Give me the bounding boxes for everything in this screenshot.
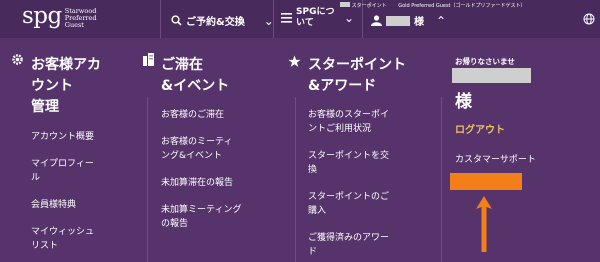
menu-item-account-overview[interactable]: アカウント概要: [31, 130, 94, 144]
welcome-text: お帰りなさいませ: [455, 57, 515, 66]
column-divider: [441, 97, 442, 262]
logo-text: spg: [22, 3, 62, 29]
starpoints-status: スターポイント Gold Preferred Guest（ゴールドプリファードゲ…: [340, 2, 526, 10]
member-name-suffix: 様: [455, 92, 472, 112]
building-icon: [143, 53, 154, 66]
menu-item-your-stays[interactable]: お客様のご滞在: [161, 108, 241, 122]
column-divider: [295, 97, 296, 262]
user-suffix: 様: [414, 17, 424, 28]
stays-events-heading: ご滞在 &イベント: [161, 57, 230, 94]
menu-item-buy-starpoints[interactable]: スターポイントのご 購入: [308, 190, 389, 218]
column-divider: [147, 97, 148, 262]
menu-item-report-missing-stay[interactable]: 未加算滞在の報告: [161, 176, 241, 190]
logo-subtitle: Starwood Preferred Guest: [65, 8, 97, 29]
user-icon: [371, 15, 382, 26]
menu-item-report-missing-meeting[interactable]: 未加算ミーティング の報告: [161, 203, 241, 231]
user-account-button[interactable]: 様 ⌃: [371, 13, 446, 28]
star-icon: [288, 55, 301, 67]
hamburger-menu-icon: [281, 13, 292, 23]
starpoints-awards-heading: スターポイント &アワード: [308, 57, 406, 94]
reservations-menu-button[interactable]: ご予約&交換 ⌄: [171, 13, 274, 28]
customer-support-link[interactable]: カスタマーサポート: [455, 152, 536, 165]
menu-item-starpoint-activity[interactable]: お客様のスターポイ ントご利用状況: [308, 108, 389, 136]
about-spg-menu-button[interactable]: SPGについて ⌄: [281, 7, 354, 29]
arrow-up-icon: [476, 196, 492, 252]
top-navigation-bar: spg Starwood Preferred Guest ご予約&交換 ⌄ SP…: [0, 0, 600, 38]
logo-subtitle-text: Starwood Preferred Guest: [64, 7, 97, 29]
stays-events-list: お客様のご滞在 お客様のミーティ ング&イベント 未加算滞在の報告 未加算ミーテ…: [161, 108, 241, 244]
account-management-heading: お客様アカ ウント 管理: [31, 57, 101, 115]
account-dropdown-menu: spg Starwood Preferred Guest ご予約&交換 ⌄ SP…: [0, 0, 600, 262]
starpoints-label: スターポイント: [351, 3, 387, 9]
divider: [160, 0, 161, 38]
chevron-up-icon: ⌃: [436, 13, 447, 28]
starpoints-awards-list: お客様のスターポイ ントご利用状況 スターポイントを交 換 スターポイントのご …: [308, 108, 389, 262]
reservations-label: ご予約&交換: [186, 17, 245, 28]
about-spg-label: SPGについて: [296, 7, 335, 28]
member-level: Gold Preferred Guest（ゴールドプリファードゲスト）: [398, 3, 526, 9]
menu-item-redeem-starpoints[interactable]: スターポイントを交 換: [308, 149, 389, 177]
highlight-box: [450, 173, 522, 190]
redacted-points: [340, 2, 350, 7]
menu-item-earned-awards[interactable]: ご獲得済みのアワー ド: [308, 231, 389, 259]
divider: [273, 0, 274, 38]
menu-item-member-benefits[interactable]: 会員様特典: [31, 198, 94, 212]
redacted-username: [386, 15, 410, 26]
menu-item-my-profile[interactable]: マイプロフィー ル: [31, 157, 94, 185]
spg-logo[interactable]: spg Starwood Preferred Guest: [22, 3, 97, 29]
globe-icon[interactable]: [583, 13, 595, 25]
account-management-list: アカウント概要 マイプロフィー ル 会員様特典 マイウィッシュ リスト: [31, 130, 94, 262]
gear-icon: [12, 54, 23, 65]
search-icon: [171, 15, 182, 26]
menu-item-meetings-events[interactable]: お客様のミーティ ング&イベント: [161, 135, 241, 163]
menu-item-wish-list[interactable]: マイウィッシュ リスト: [31, 225, 94, 253]
chevron-down-icon: ⌄: [344, 11, 355, 25]
logout-link[interactable]: ログアウト: [455, 121, 505, 136]
redacted-member-name: [452, 68, 531, 83]
